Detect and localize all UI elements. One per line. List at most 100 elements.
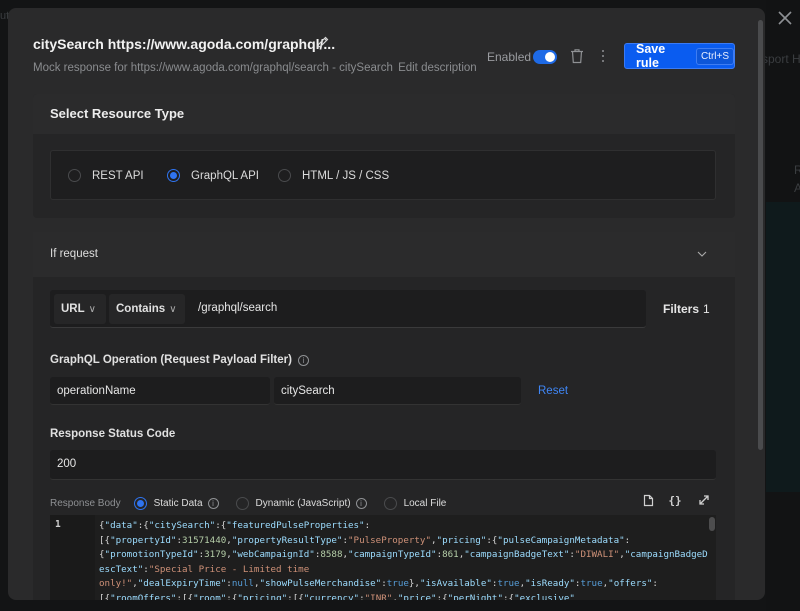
enabled-toggle[interactable] xyxy=(533,50,557,64)
operation-key-input[interactable]: operationName xyxy=(50,377,270,405)
radio-local-file[interactable]: Local File xyxy=(383,496,447,510)
url-key-label: URL xyxy=(61,303,85,315)
save-rule-button[interactable]: Save rule Ctrl+S xyxy=(624,42,735,70)
url-condition-row: URL ∨ Contains ∨ xyxy=(50,290,646,328)
radio-label: GraphQL API xyxy=(191,169,259,182)
edit-description-link[interactable]: Edit description xyxy=(398,62,477,74)
code-token: "citySearch" xyxy=(148,520,216,531)
radio-button[interactable] xyxy=(383,496,397,510)
code-token: 31571440 xyxy=(182,534,227,546)
url-key-dropdown[interactable]: URL ∨ xyxy=(54,294,106,324)
code-token: "room" xyxy=(193,592,227,601)
radio-html-js-css[interactable]: HTML / JS / CSS xyxy=(278,169,389,182)
radio-label: HTML / JS / CSS xyxy=(302,169,390,182)
code-token: "featuredPulseProperties" xyxy=(226,520,365,531)
info-icon[interactable]: i xyxy=(207,497,219,509)
operator-dropdown[interactable]: Contains ∨ xyxy=(109,294,185,324)
code-token: true xyxy=(580,578,603,589)
code-content[interactable]: {"data":{"citySearch":{"featuredPulsePro… xyxy=(99,519,709,600)
code-token: "propertyResultType" xyxy=(231,534,343,546)
code-token: "DIWALI" xyxy=(574,549,620,560)
filters-label: Filters xyxy=(663,302,700,316)
operator-label: Contains xyxy=(116,303,166,315)
save-shortcut-badge: Ctrl+S xyxy=(695,47,734,65)
toggle-knob xyxy=(545,52,555,62)
reset-link[interactable]: Reset xyxy=(538,385,568,397)
background-right-panel: sport H R A xyxy=(762,0,800,611)
background-text: A xyxy=(794,181,800,195)
radio-button[interactable] xyxy=(278,169,291,182)
code-token: true xyxy=(497,578,520,589)
response-body-options: Response Body Static Data i Dynamic (Jav… xyxy=(50,494,716,512)
radio-dynamic-javascript[interactable]: Dynamic (JavaScript) i xyxy=(235,496,367,510)
code-token: null xyxy=(231,578,254,589)
expand-icon[interactable] xyxy=(697,494,711,508)
status-code-text: Response Status Code xyxy=(50,428,176,440)
enabled-label: Enabled xyxy=(487,50,532,64)
resource-type-heading: Select Resource Type xyxy=(33,94,735,134)
code-token: "isReady" xyxy=(525,578,575,589)
trash-icon[interactable] xyxy=(570,48,584,64)
close-icon[interactable] xyxy=(774,8,796,30)
save-rule-label: Save rule xyxy=(636,42,666,70)
response-body-editor[interactable]: 1 {"data":{"citySearch":{"featuredPulseP… xyxy=(50,515,716,600)
info-icon[interactable]: i xyxy=(297,354,309,366)
background-text: sport H xyxy=(762,52,800,66)
operation-value-input[interactable]: citySearch xyxy=(274,377,521,405)
code-token: :{ xyxy=(486,534,498,546)
radio-button[interactable] xyxy=(68,169,81,182)
if-request-heading: If request xyxy=(50,248,98,260)
editor-gutter: 1 xyxy=(50,515,95,600)
chevron-down-icon: ∨ xyxy=(169,303,177,315)
radio-label: Local File xyxy=(403,497,447,509)
radio-button-selected[interactable] xyxy=(133,496,147,510)
code-token: "showPulseMerchandise" xyxy=(259,578,382,589)
code-token: "campaignBadgeText" xyxy=(464,549,570,560)
if-request-card: If request URL∨ Contains∨ Filters1 Graph… xyxy=(33,232,735,600)
resource-type-options: REST API GraphQL API HTML / JS / CSS xyxy=(50,150,716,200)
more-options-icon[interactable] xyxy=(598,48,608,64)
code-token: "roomOffers" xyxy=(110,592,177,601)
graphql-operation-label: GraphQL Operation (Request Payload Filte… xyxy=(50,354,309,366)
radio-rest-api[interactable]: REST API xyxy=(68,169,144,182)
code-token: :{ xyxy=(215,520,227,531)
code-token: 3179 xyxy=(204,549,227,560)
editor-scrollbar[interactable] xyxy=(709,517,715,531)
filters-button[interactable]: Filters 1 xyxy=(663,302,710,316)
url-value-input[interactable] xyxy=(198,302,618,314)
code-token: "offers" xyxy=(608,578,653,589)
code-token: "currency" xyxy=(303,592,360,601)
code-token: "webCampaignId" xyxy=(231,549,315,560)
chevron-down-icon: ∨ xyxy=(88,303,96,315)
radio-button[interactable] xyxy=(235,496,249,510)
code-token: "INR" xyxy=(364,592,393,601)
response-body-label: Response Body xyxy=(50,497,121,509)
filters-count: 1 xyxy=(703,302,710,316)
code-token: "pricing" xyxy=(237,592,288,601)
radio-label: REST API xyxy=(92,169,144,182)
code-token: :[{ xyxy=(287,592,304,601)
status-code-label: Response Status Code xyxy=(50,428,175,440)
background-text: R xyxy=(794,163,800,177)
rule-description: Mock response for https://www.agoda.com/… xyxy=(33,62,477,74)
info-icon[interactable]: i xyxy=(355,497,367,509)
background-table-region xyxy=(766,202,800,492)
description-text: Mock response for https://www.agoda.com/… xyxy=(33,62,393,74)
if-request-header[interactable]: If request xyxy=(33,232,735,277)
status-code-input[interactable]: 200 xyxy=(50,450,716,480)
line-number: 1 xyxy=(55,519,61,530)
code-token: "isAvailable" xyxy=(419,578,492,589)
radio-graphql-api[interactable]: GraphQL API xyxy=(167,169,259,182)
code-token: :{ xyxy=(226,592,238,601)
radio-label: Static Data xyxy=(153,497,203,509)
rule-editor-modal: citySearch https://www.agoda.com/graphql… xyxy=(8,8,765,600)
code-token: 861 xyxy=(442,549,459,560)
chevron-down-icon[interactable] xyxy=(697,249,707,257)
radio-button-selected[interactable] xyxy=(167,169,180,182)
copy-file-icon[interactable] xyxy=(641,494,655,508)
pencil-icon[interactable] xyxy=(316,35,330,49)
code-token: "pricing" xyxy=(436,534,487,546)
radio-static-data[interactable]: Static Data i xyxy=(133,496,219,510)
code-token: 8588 xyxy=(320,549,343,560)
format-json-icon[interactable]: {} xyxy=(668,494,682,508)
